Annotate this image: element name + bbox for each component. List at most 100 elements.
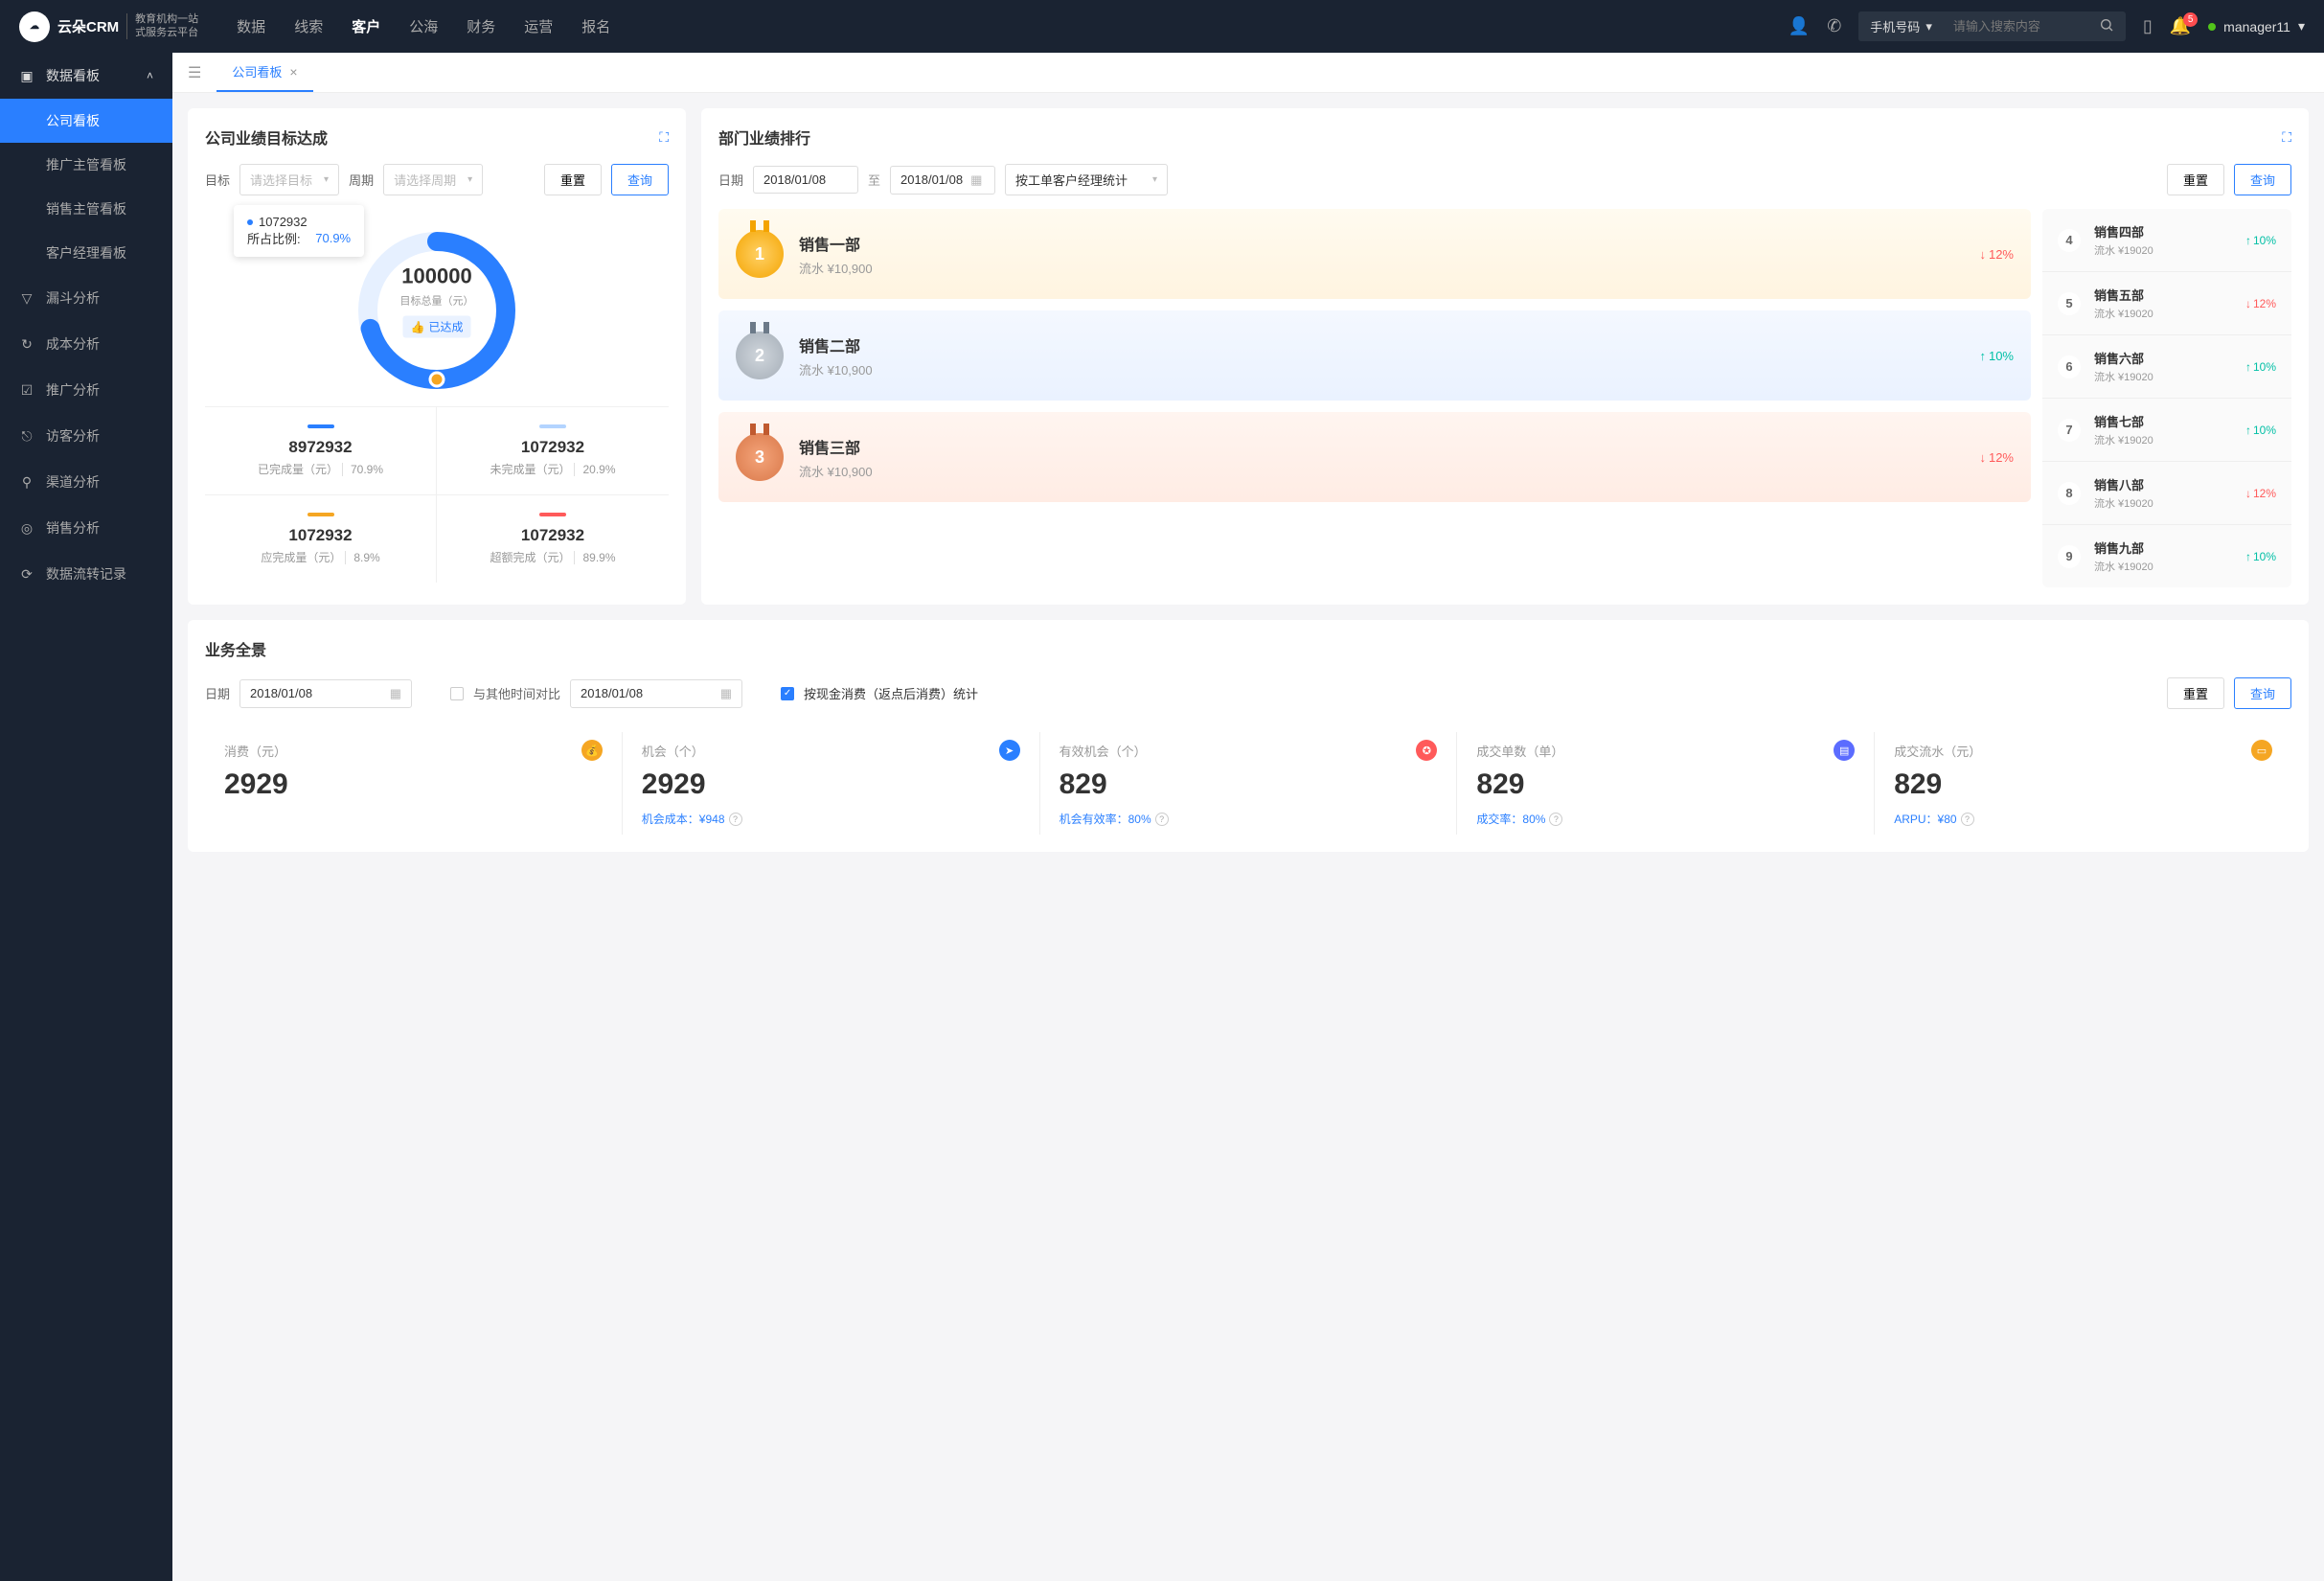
rank-info: 销售三部 流水 ¥10,900: [799, 435, 873, 480]
sidebar-item[interactable]: ⟳数据流转记录: [0, 551, 172, 597]
mobile-icon[interactable]: ▯: [2143, 16, 2153, 36]
query-button[interactable]: 查询: [611, 164, 669, 195]
sidebar-subitem[interactable]: 客户经理看板: [0, 231, 172, 275]
topbar: ☁ 云朵CRM 教育机构一站 式服务云平台 数据 线索 客户 公海 财务 运营 报名 👤 ✆…: [0, 0, 2324, 53]
business-panorama-card: 业务全景 日期 2018/01/08▦ 与其他时间对比 2018/01/08▦ …: [188, 620, 2309, 852]
ranking-list: 4 销售四部 流水 ¥19020 ↑10% 5 销售五部 流水 ¥19020 ↓…: [2042, 209, 2291, 587]
sidebar-item[interactable]: ☑推广分析: [0, 367, 172, 413]
rank-list-item[interactable]: 8 销售八部 流水 ¥19020 ↓12%: [2042, 462, 2291, 525]
arrow-up-icon: ↑: [2245, 424, 2251, 437]
metric-icon: ▭: [2251, 740, 2272, 761]
user-menu[interactable]: manager11 ▾: [2208, 18, 2305, 34]
rank-list-item[interactable]: 4 销售四部 流水 ¥19020 ↑10%: [2042, 209, 2291, 272]
sidebar-item[interactable]: ⎋访客分析: [0, 413, 172, 459]
metric-label: 成交单数（单）: [1476, 742, 1563, 760]
calendar-icon: ▦: [720, 686, 732, 701]
arrow-up-icon: ↑: [2245, 360, 2251, 374]
sidebar-subitem[interactable]: 公司看板: [0, 99, 172, 143]
filter-label-date: 日期: [718, 171, 743, 189]
expand-icon[interactable]: ⛶: [659, 129, 669, 146]
arrow-down-icon: ↓: [1979, 247, 1986, 262]
stat-bar-icon: [539, 424, 566, 428]
rank-delta: ↓12%: [2245, 297, 2276, 310]
expand-icon[interactable]: ⛶: [2282, 129, 2291, 146]
bell-icon[interactable]: 🔔5: [2170, 16, 2191, 36]
calendar-icon: ▦: [970, 172, 982, 188]
stat-cell: 1072932 未完成量（元）20.9%: [437, 407, 669, 495]
metric-value: 829: [1894, 768, 2272, 801]
target-select[interactable]: 请选择目标▾: [239, 164, 339, 195]
rank-number: 6: [2058, 355, 2081, 378]
reset-button[interactable]: 重置: [544, 164, 602, 195]
ranking-top3: 1 销售一部 流水 ¥10,900 ↓12% 2 销售二部 流水 ¥10,900…: [718, 209, 2031, 587]
metric-value: 829: [1476, 768, 1855, 801]
rank-delta: ↓12%: [1979, 450, 2014, 465]
stat-value: 1072932: [215, 526, 426, 545]
date-compare-input[interactable]: 2018/01/08▦: [570, 679, 742, 708]
logo[interactable]: ☁ 云朵CRM 教育机构一站 式服务云平台: [19, 11, 198, 42]
group-by-select[interactable]: 按工单客户经理统计▾: [1005, 164, 1168, 195]
rank-list-item[interactable]: 5 销售五部 流水 ¥19020 ↓12%: [2042, 272, 2291, 335]
rank-list-item[interactable]: 7 销售七部 流水 ¥19020 ↑10%: [2042, 399, 2291, 462]
date-from-input[interactable]: 2018/01/08: [753, 166, 858, 194]
stat-value: 8972932: [215, 438, 426, 457]
metric-icon: 💰: [581, 740, 603, 761]
user-solid-icon[interactable]: 👤: [1789, 16, 1810, 36]
topnav-item[interactable]: 线索: [294, 16, 323, 36]
stat-cell: 1072932 超额完成（元）89.9%: [437, 495, 669, 583]
help-icon[interactable]: ?: [1549, 813, 1562, 826]
rank-delta: ↑10%: [2245, 360, 2276, 374]
date-input[interactable]: 2018/01/08▦: [239, 679, 412, 708]
query-button[interactable]: 查询: [2234, 164, 2291, 195]
tab-company-board[interactable]: 公司看板 ×: [216, 53, 312, 92]
topnav-item[interactable]: 客户: [352, 16, 380, 36]
chevron-down-icon: ▾: [1925, 19, 1932, 34]
help-icon[interactable]: ?: [1155, 813, 1169, 826]
sidebar-item[interactable]: ◎销售分析: [0, 505, 172, 551]
topnav-item[interactable]: 财务: [467, 16, 495, 36]
topnav-item[interactable]: 运营: [524, 16, 553, 36]
rank-list-item[interactable]: 6 销售六部 流水 ¥19020 ↑10%: [2042, 335, 2291, 399]
status-dot-icon: [2208, 23, 2216, 31]
sidebar-item[interactable]: ↻成本分析: [0, 321, 172, 367]
topnav-item[interactable]: 数据: [237, 16, 265, 36]
close-icon[interactable]: ×: [289, 64, 297, 80]
rank-list-item[interactable]: 9 销售九部 流水 ¥19020 ↑10%: [2042, 525, 2291, 587]
sidebar-item[interactable]: ⚲渠道分析: [0, 459, 172, 505]
search-input[interactable]: [1944, 13, 2087, 39]
reset-button[interactable]: 重置: [2167, 164, 2224, 195]
query-button[interactable]: 查询: [2234, 677, 2291, 709]
rank-item-info: 销售六部 流水 ¥19020: [2094, 349, 2153, 384]
funnel-icon: ▽: [19, 290, 34, 307]
topnav: 数据 线索 客户 公海 财务 运营 报名: [237, 16, 610, 36]
search-icon[interactable]: [2087, 11, 2126, 41]
period-select[interactable]: 请选择周期▾: [383, 164, 483, 195]
reset-button[interactable]: 重置: [2167, 677, 2224, 709]
stat-cell: 8972932 已完成量（元）70.9%: [205, 407, 437, 495]
arrow-down-icon: ↓: [2245, 297, 2251, 310]
sidebar-subitem[interactable]: 推广主管看板: [0, 143, 172, 187]
date-to-input[interactable]: 2018/01/08▦: [890, 166, 995, 195]
phone-icon[interactable]: ✆: [1827, 16, 1841, 36]
help-icon[interactable]: ?: [729, 813, 742, 826]
sidebar-group-dashboard[interactable]: ▣ 数据看板 ˄: [0, 53, 172, 99]
sidebar-subitem[interactable]: 销售主管看板: [0, 187, 172, 231]
cash-checkbox[interactable]: ✓: [781, 687, 794, 700]
channel-icon: ⚲: [19, 474, 34, 491]
tabs-menu-icon[interactable]: ☰: [182, 63, 207, 82]
search-type-select[interactable]: 手机号码▾: [1858, 11, 1944, 41]
rank-top-row[interactable]: 1 销售一部 流水 ¥10,900 ↓12%: [718, 209, 2031, 299]
rank-top-row[interactable]: 3 销售三部 流水 ¥10,900 ↓12%: [718, 412, 2031, 502]
cost-icon: ↻: [19, 336, 34, 353]
help-icon[interactable]: ?: [1961, 813, 1974, 826]
metric-value: 2929: [224, 768, 603, 801]
topnav-item[interactable]: 公海: [409, 16, 438, 36]
rank-delta: ↓12%: [1979, 247, 2014, 262]
rank-top-row[interactable]: 2 销售二部 流水 ¥10,900 ↑10%: [718, 310, 2031, 401]
metric-label: 机会（个）: [642, 742, 704, 760]
topnav-item[interactable]: 报名: [581, 16, 610, 36]
sidebar-item[interactable]: ▽漏斗分析: [0, 275, 172, 321]
rank-item-info: 销售七部 流水 ¥19020: [2094, 412, 2153, 447]
sidebar: ▣ 数据看板 ˄ 公司看板推广主管看板销售主管看板客户经理看板 ▽漏斗分析↻成本…: [0, 53, 172, 1581]
compare-checkbox[interactable]: [450, 687, 464, 700]
